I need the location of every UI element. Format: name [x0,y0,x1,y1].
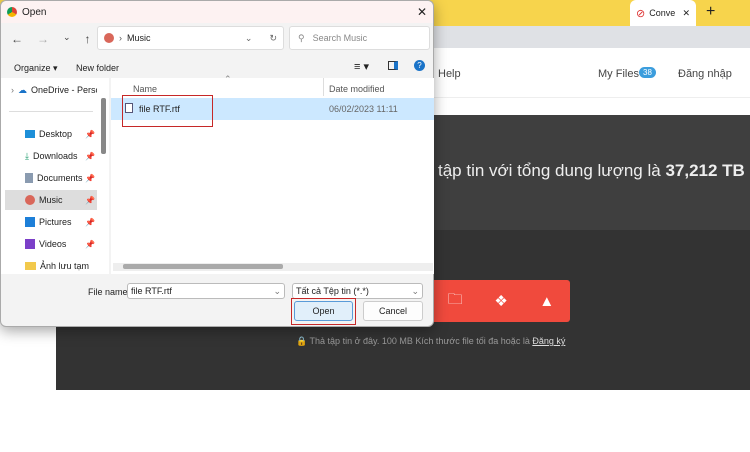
file-date: 06/02/2023 11:11 [329,104,398,114]
help-icon[interactable]: ? [414,60,425,71]
my-files-link[interactable]: My Files [598,68,639,80]
folder-icon [25,262,36,270]
column-name[interactable]: Name [133,84,157,94]
sidebar-item-documents[interactable]: Documents 📌 [5,168,97,188]
folder-search-icon[interactable]: 🗀 [448,289,463,314]
convertio-icon: ⊘ [636,7,646,20]
file-name-input[interactable]: file RTF.rtf ⌄ [127,283,285,299]
tab-title: Conve [649,8,676,18]
sidebar-item-music[interactable]: Music 📌 [5,190,97,210]
path-text: Music [127,33,151,43]
path-dropdown-icon[interactable]: ⌄ [245,33,253,44]
file-list: ⌃ Name Date modified file RTF.rtf 06/02/… [111,74,434,274]
highlight-box [122,95,213,127]
sidebar-item-downloads[interactable]: ⤓ Downloads 📌 [5,146,97,166]
sidebar-item-temp-images[interactable]: Ảnh lưu tạm [5,256,97,276]
cloud-icon: ☁ [18,84,27,95]
chevron-down-icon[interactable]: ⌄ [63,32,71,46]
dialog-title: Open [22,6,47,18]
pin-icon: 📌 [85,151,95,161]
desktop-icon [25,130,35,138]
navigation-pane: › ☁ OneDrive - Perso Desktop 📌 ⤓ Downloads 📌 … [1,78,109,274]
column-date-modified[interactable]: Date modified [329,84,385,94]
chevron-down-icon[interactable]: ⌄ [273,286,281,297]
sidebar-scrollbar[interactable] [101,98,106,154]
new-folder-button[interactable]: New folder [76,63,119,73]
chevron-down-icon[interactable]: ⌄ [411,286,419,297]
organize-button[interactable]: Organize ▾ [14,63,58,74]
sidebar-item-pictures[interactable]: Pictures 📌 [5,212,97,232]
music-icon [25,195,35,205]
signup-link[interactable]: Đăng ký [532,336,565,346]
tab-close-button[interactable]: ✕ [682,8,690,19]
videos-icon [25,239,35,249]
preview-pane-icon[interactable] [388,61,398,70]
horizontal-scrollbar[interactable] [113,263,433,271]
pictures-icon [25,217,35,227]
open-button[interactable]: Open [294,301,353,321]
forward-icon[interactable]: → [37,32,49,46]
pin-icon: 📌 [85,173,95,183]
pin-icon: 📌 [85,129,95,139]
download-icon: ⤓ [25,150,29,161]
upload-button-group[interactable]: 🗀 ❖ ▲ [412,280,570,322]
divider [9,111,93,112]
dropbox-icon[interactable]: ❖ [494,292,507,310]
my-files-badge: 38 [639,67,656,78]
pin-icon: 📌 [85,217,95,227]
help-link[interactable]: Help [438,68,461,80]
search-icon: ⚲ [298,32,305,43]
pin-icon: 📌 [85,239,95,249]
music-folder-icon [104,33,114,43]
cancel-button[interactable]: Cancel [363,301,423,321]
hero-text: tập tin với tổng dung lượng là 37,212 TB [438,161,745,180]
sidebar-item-desktop[interactable]: Desktop 📌 [5,124,97,144]
refresh-icon[interactable]: ↻ [269,33,277,44]
login-link[interactable]: Đăng nhập [678,68,732,80]
view-options-icon[interactable]: ≡ ▾ [354,60,369,73]
close-icon[interactable]: ✕ [417,5,427,19]
pin-icon: 📌 [85,195,95,205]
up-icon[interactable]: ↑ [85,32,91,46]
new-tab-button[interactable]: + [706,3,715,21]
path-bar[interactable]: › Music ⌄ ↻ [97,26,284,50]
search-input[interactable]: ⚲ Search Music [289,26,430,50]
chrome-icon [7,7,17,17]
sidebar-item-videos[interactable]: Videos 📌 [5,234,97,254]
sidebar-item-onedrive[interactable]: › ☁ OneDrive - Perso [5,80,97,100]
document-icon [25,173,33,183]
browser-tab[interactable]: ⊘ Conve ✕ [630,0,696,26]
sort-arrow-icon: ⌃ [224,74,232,84]
file-type-select[interactable]: Tất cả Tệp tin (*.*) ⌄ [292,283,423,299]
file-name-label: File name: [88,287,131,297]
back-icon[interactable]: ← [11,32,23,46]
open-file-dialog: Open ✕ ← → ⌄ ↑ › Music ⌄ ↻ ⚲ Search Music Org… [0,0,434,327]
google-drive-icon[interactable]: ▲ [539,293,554,310]
